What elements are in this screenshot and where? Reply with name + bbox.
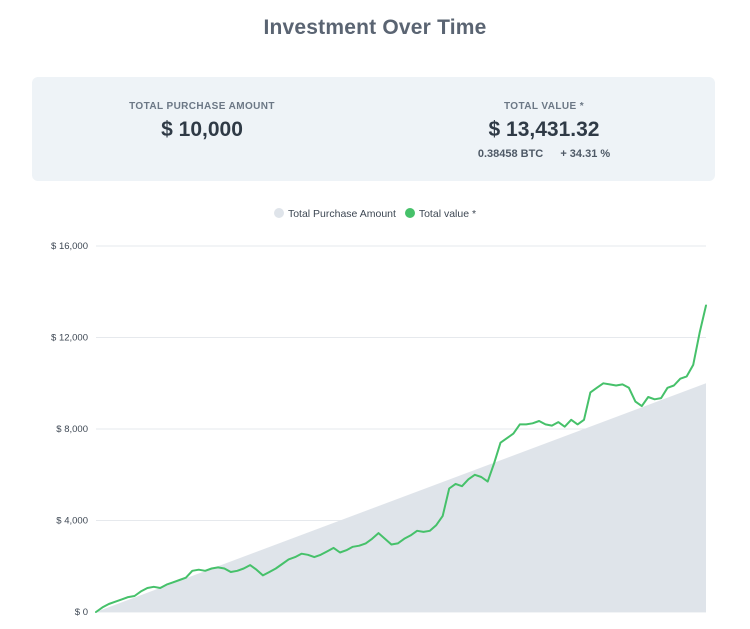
total-purchase-stat: TOTAL PURCHASE AMOUNT $ 10,000 [52, 101, 352, 142]
chart-legend: Total Purchase Amount Total value * [0, 208, 750, 220]
y-tick-label: $ 4,000 [56, 516, 88, 527]
total-value-stat: TOTAL VALUE * $ 13,431.32 0.38458 BTC + … [394, 101, 694, 160]
legend-label-purchase: Total Purchase Amount [287, 208, 396, 220]
y-tick-label: $ 12,000 [51, 333, 88, 344]
total-value-label: TOTAL VALUE * [503, 101, 585, 112]
legend-item-total-value[interactable]: Total value * [404, 208, 477, 220]
legend-swatch-purchase [273, 208, 284, 218]
total-purchase-label: TOTAL PURCHASE AMOUNT [129, 101, 275, 112]
purchase-area [96, 383, 706, 612]
legend-item-purchase[interactable]: Total Purchase Amount [273, 208, 396, 220]
legend-label-total-value: Total value * [418, 208, 477, 220]
y-tick-label: $ 16,000 [51, 241, 88, 252]
btc-amount: 0.38458 BTC [477, 148, 544, 160]
y-tick-label: $ 8,000 [56, 424, 88, 435]
page-title: Investment Over Time [263, 16, 487, 39]
legend-swatch-total-value [404, 208, 415, 218]
total-value-details: 0.38458 BTC + 34.31 % [394, 148, 694, 160]
percent-change: + 34.31 % [560, 148, 611, 160]
y-tick-label: $ 0 [75, 607, 88, 618]
total-purchase-value: $ 10,000 [161, 118, 243, 141]
summary-card: TOTAL PURCHASE AMOUNT $ 10,000 TOTAL VAL… [32, 77, 715, 181]
total-value-amount: $ 13,431.32 [488, 118, 600, 141]
investment-chart: $ 0 $ 4,000 $ 8,000 $ 12,000 $ 16,000 [51, 241, 707, 618]
